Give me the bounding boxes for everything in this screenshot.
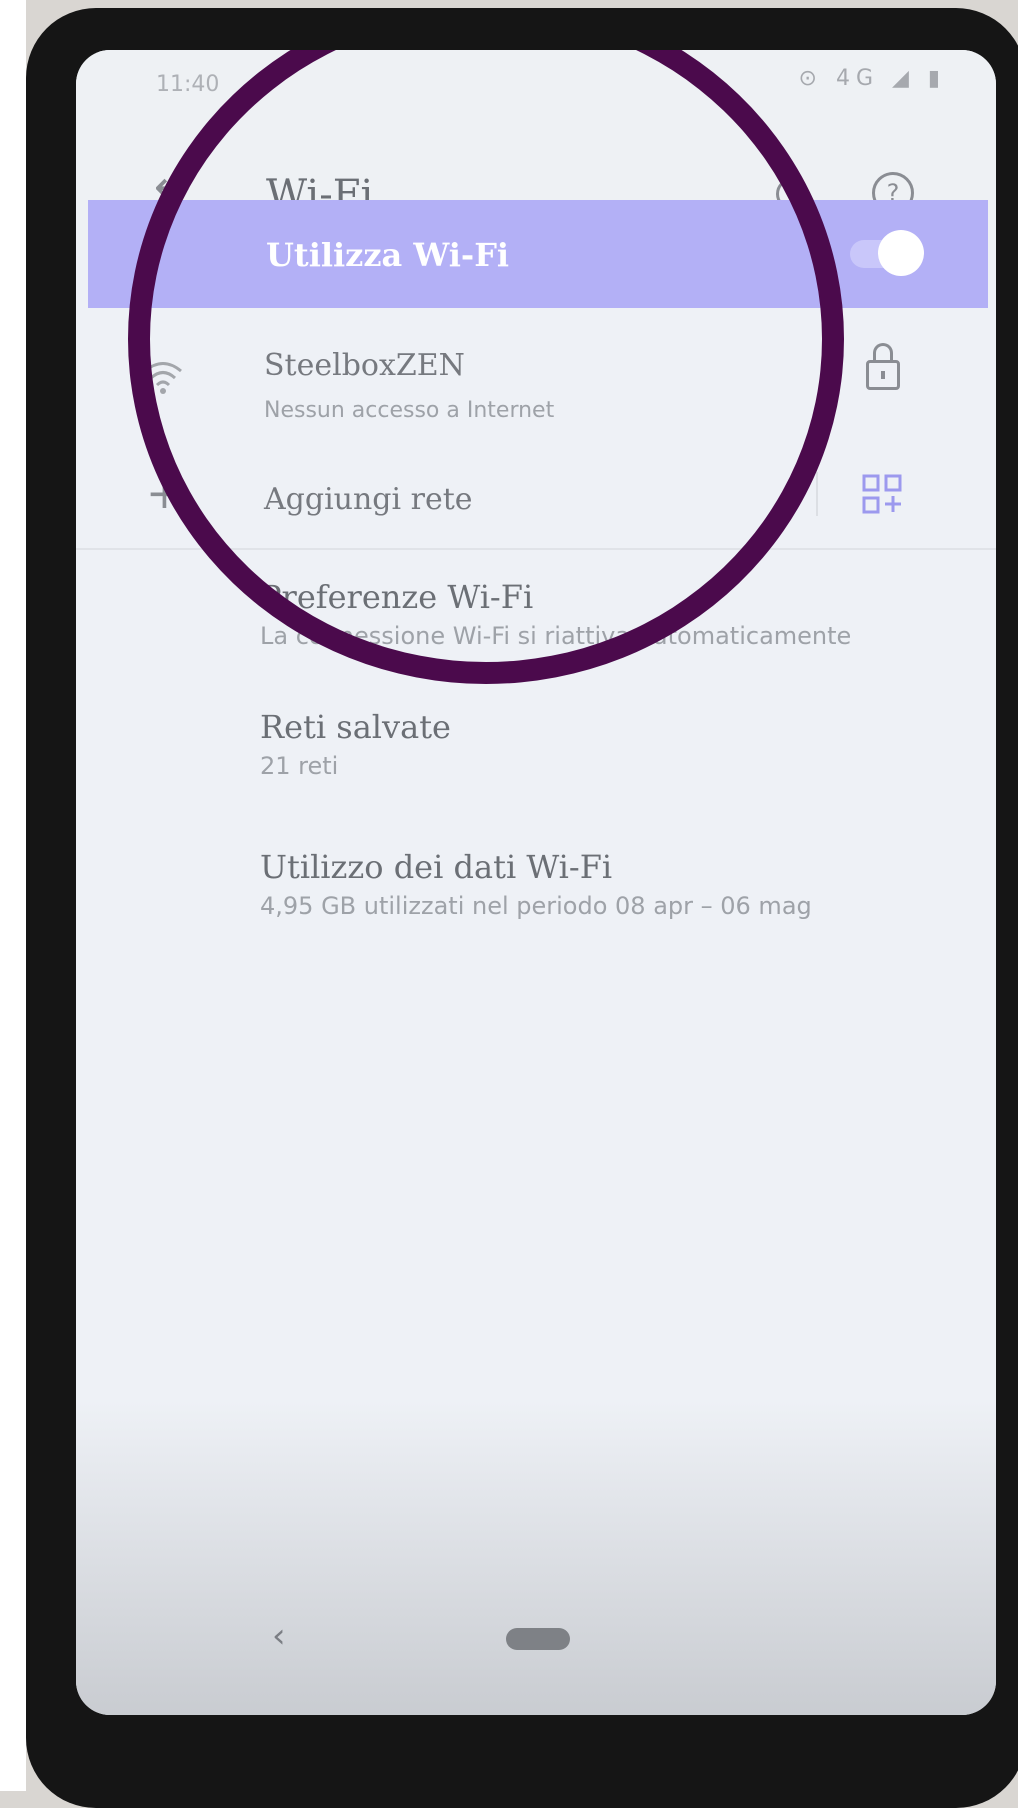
saved-networks-title: Reti salvate: [260, 708, 451, 746]
vertical-divider: [816, 472, 818, 516]
wifi-data-usage-item[interactable]: Utilizzo dei dati Wi-Fi 4,95 GB utilizza…: [76, 830, 996, 940]
navigation-bar: ‹: [76, 1590, 996, 1710]
lock-icon: [866, 343, 900, 390]
saved-networks-count: 21 reti: [260, 752, 339, 780]
nav-back-icon[interactable]: ‹: [272, 1616, 286, 1656]
wifi-data-usage-title: Utilizzo dei dati Wi-Fi: [260, 848, 613, 886]
phone-screen: 11:40 ⊙ 4G ◢ ▮ ← Wi-Fi ? Utilizza Wi-Fi …: [76, 50, 996, 1715]
qr-code-scan-icon[interactable]: [862, 474, 902, 514]
status-icons: ⊙ 4G ◢ ▮: [798, 66, 946, 91]
status-time: 11:40: [156, 72, 220, 97]
wifi-data-usage-subtitle: 4,95 GB utilizzati nel periodo 08 apr – …: [260, 892, 812, 920]
saved-networks-item[interactable]: Reti salvate 21 reti: [76, 690, 996, 800]
wifi-toggle-switch[interactable]: [878, 230, 924, 276]
nav-home-pill[interactable]: [506, 1628, 570, 1650]
